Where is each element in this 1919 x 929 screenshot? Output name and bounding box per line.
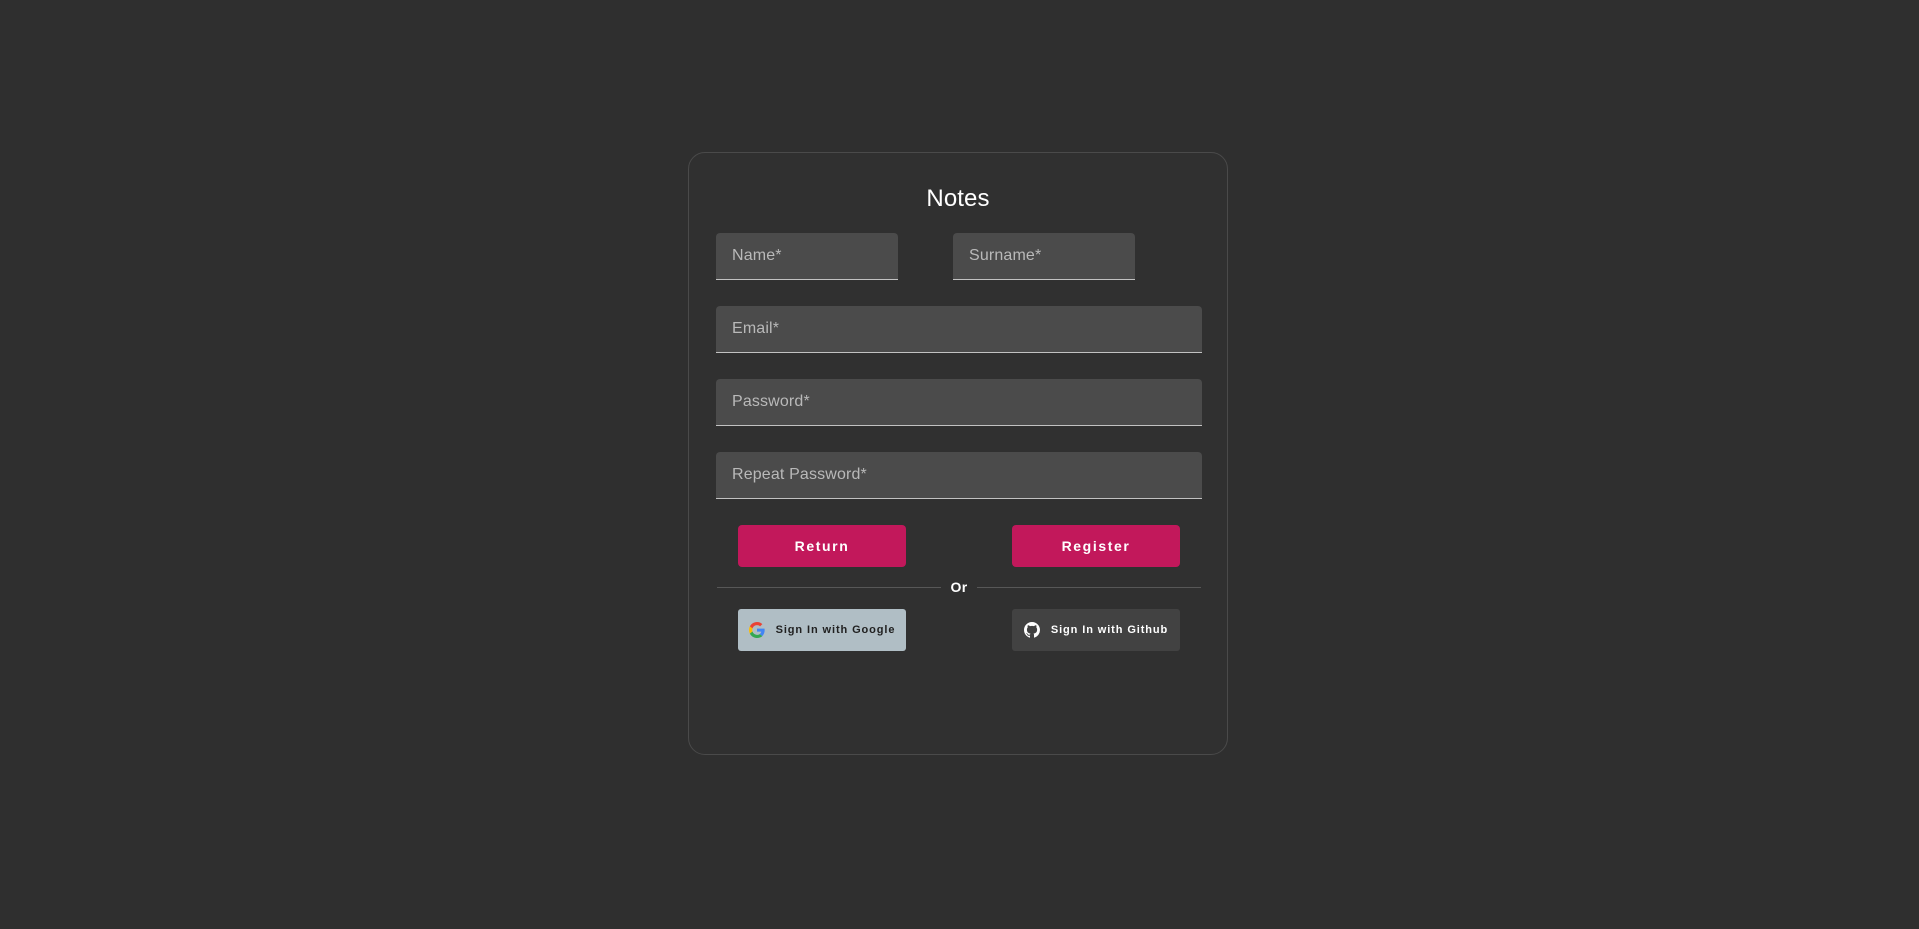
social-buttons: Sign In with Google Sign In with Github [716, 609, 1202, 651]
repeat-password-input[interactable] [732, 452, 1186, 498]
divider-line-right [977, 586, 1202, 588]
sign-in-with-github-label: Sign In with Github [1050, 624, 1169, 636]
name-field[interactable] [716, 233, 898, 280]
surname-input[interactable] [969, 233, 1119, 279]
name-input[interactable] [732, 233, 882, 279]
divider-label: Or [950, 579, 968, 595]
register-form: Return Register Or [716, 233, 1202, 651]
sign-in-with-github-button[interactable]: Sign In with Github [1012, 609, 1180, 651]
sign-in-with-google-label: Sign In with Google [775, 624, 896, 636]
surname-field[interactable] [953, 233, 1135, 280]
divider-line-left [717, 586, 941, 588]
email-input[interactable] [732, 306, 1186, 352]
email-field[interactable] [716, 306, 1202, 353]
return-button[interactable]: Return [738, 525, 906, 567]
github-icon [1023, 622, 1040, 638]
password-field[interactable] [716, 379, 1202, 426]
name-row [716, 233, 1202, 280]
register-card: Notes Return Register [688, 152, 1228, 755]
sign-in-with-google-button[interactable]: Sign In with Google [738, 609, 906, 651]
register-button[interactable]: Register [1012, 525, 1180, 567]
page-root: Notes Return Register [0, 0, 1919, 929]
page-title: Notes [926, 185, 990, 212]
password-input[interactable] [732, 379, 1186, 425]
or-divider: Or [716, 579, 1202, 595]
repeat-password-field[interactable] [716, 452, 1202, 499]
google-icon [748, 622, 765, 638]
action-buttons: Return Register [716, 525, 1202, 567]
